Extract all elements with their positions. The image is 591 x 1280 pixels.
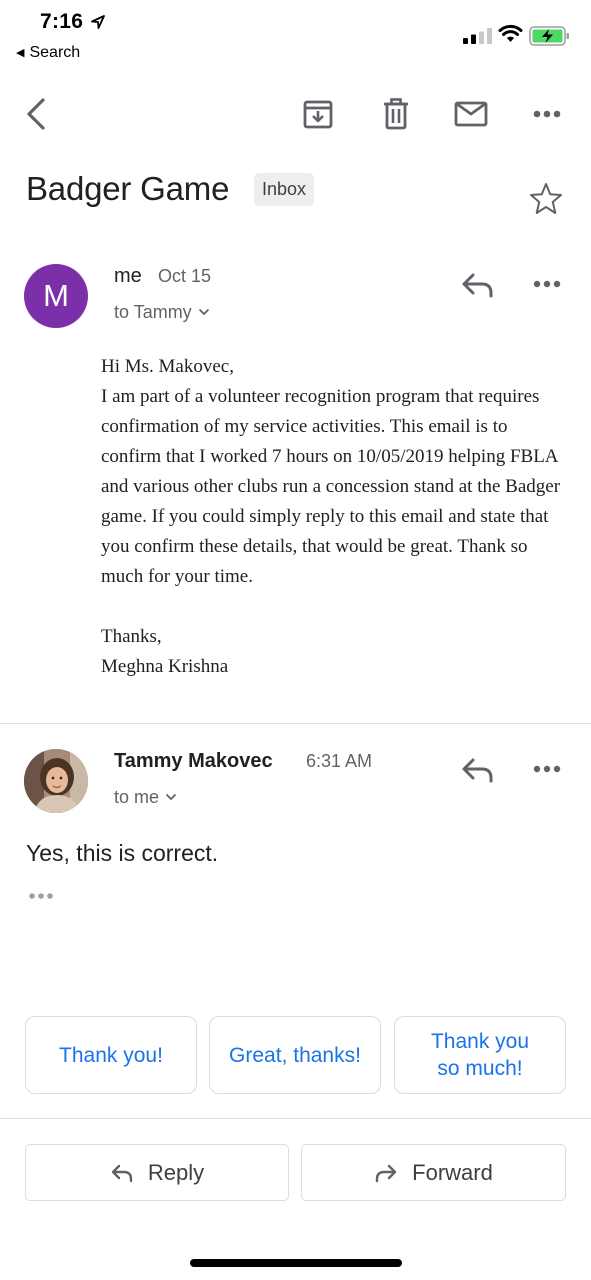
body-paragraph: I am part of a volunteer recognition pro… bbox=[101, 386, 561, 587]
delete-icon bbox=[384, 98, 408, 130]
message-more-icon[interactable] bbox=[527, 755, 567, 785]
signal-icon bbox=[463, 28, 492, 44]
sender-name: Tammy Makovec bbox=[114, 750, 273, 772]
forward-icon bbox=[375, 1164, 397, 1182]
chevron-down-icon bbox=[198, 308, 209, 316]
reply-button[interactable]: Reply bbox=[25, 1144, 289, 1201]
reply-message-body: Yes, this is correct. bbox=[26, 840, 219, 866]
recipient-line[interactable]: to me bbox=[114, 787, 177, 808]
toolbar bbox=[0, 84, 591, 144]
reply-icon[interactable] bbox=[460, 755, 496, 785]
status-time: 7:16 bbox=[40, 10, 84, 33]
forward-button[interactable]: Forward bbox=[301, 1144, 566, 1201]
avatar[interactable] bbox=[24, 749, 88, 813]
archive-button[interactable] bbox=[296, 84, 340, 144]
smart-reply-3[interactable]: Thank you so much! bbox=[394, 1016, 566, 1094]
message-body: Hi Ms. Makovec, I am part of a volunteer… bbox=[101, 352, 571, 682]
archive-icon bbox=[303, 100, 333, 129]
subject-row: Badger Game Inbox bbox=[0, 166, 591, 226]
more-options-button[interactable] bbox=[525, 84, 569, 144]
back-to-app-link[interactable]: ◀ Search bbox=[16, 44, 80, 62]
smart-reply-1[interactable]: Thank you! bbox=[25, 1016, 197, 1094]
greeting: Hi Ms. Makovec, bbox=[101, 356, 234, 377]
back-icon bbox=[27, 98, 45, 130]
message-divider bbox=[0, 723, 591, 724]
actions-divider bbox=[0, 1118, 591, 1119]
show-trimmed-content-icon[interactable] bbox=[28, 888, 58, 904]
home-indicator[interactable] bbox=[190, 1259, 402, 1267]
chevron-down-icon bbox=[165, 793, 177, 801]
avatar[interactable]: M bbox=[24, 264, 88, 328]
message-date: 6:31 AM bbox=[306, 751, 373, 771]
back-button[interactable] bbox=[14, 84, 58, 144]
more-icon bbox=[533, 110, 561, 118]
status-bar: 7:16 ◀ Search bbox=[0, 0, 591, 70]
smart-reply-2[interactable]: Great, thanks! bbox=[209, 1016, 381, 1094]
avatar-photo-image bbox=[24, 749, 88, 813]
reply-label: Reply bbox=[147, 1159, 205, 1185]
reply-icon[interactable] bbox=[460, 270, 496, 300]
wifi-icon bbox=[498, 24, 523, 42]
mark-unread-button[interactable] bbox=[449, 84, 493, 144]
delete-button[interactable] bbox=[374, 84, 418, 144]
star-icon[interactable] bbox=[528, 181, 564, 217]
inbox-label-chip[interactable]: Inbox bbox=[254, 173, 315, 206]
signature: Meghna Krishna bbox=[101, 656, 229, 677]
forward-label: Forward bbox=[412, 1159, 493, 1185]
battery-charging-icon bbox=[529, 26, 569, 46]
back-app-label: Search bbox=[29, 44, 81, 61]
message-more-icon[interactable] bbox=[527, 270, 567, 300]
mail-icon bbox=[454, 101, 488, 127]
signoff: Thanks, bbox=[101, 626, 162, 647]
reply-icon bbox=[111, 1164, 133, 1182]
message-date: Oct 15 bbox=[158, 266, 212, 286]
location-arrow-icon bbox=[91, 15, 105, 29]
email-subject: Badger Game bbox=[26, 170, 230, 207]
recipient-text: to Tammy bbox=[114, 302, 192, 322]
back-triangle-icon: ◀ bbox=[16, 47, 25, 59]
recipient-text: to me bbox=[114, 787, 160, 807]
recipient-line[interactable]: to Tammy bbox=[114, 302, 210, 323]
sender-name: me bbox=[114, 265, 142, 287]
